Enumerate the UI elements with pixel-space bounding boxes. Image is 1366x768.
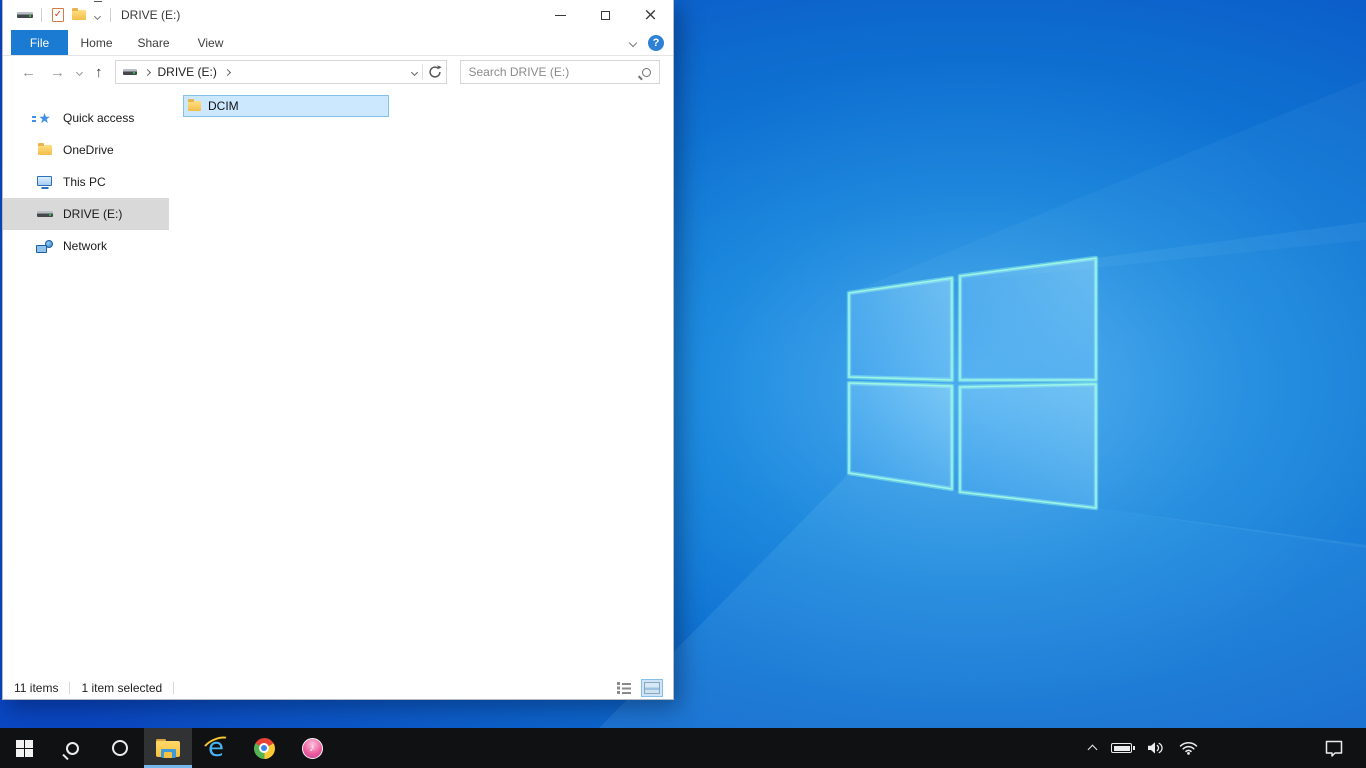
- file-name: DCIM: [208, 99, 239, 113]
- sidebar-item-network[interactable]: Network: [3, 230, 169, 262]
- search-icon[interactable]: [641, 67, 651, 77]
- address-bar[interactable]: DRIVE (E:): [114, 60, 447, 84]
- view-switcher: [614, 679, 663, 697]
- breadcrumb-drive[interactable]: DRIVE (E:): [158, 65, 217, 79]
- search-icon: [65, 741, 79, 755]
- monitor-icon: [36, 175, 53, 189]
- maximize-icon: [601, 10, 610, 20]
- details-view-button[interactable]: [614, 679, 635, 697]
- maximize-button[interactable]: [583, 0, 628, 30]
- taskbar-internet-explorer-button[interactable]: e: [192, 728, 240, 768]
- up-button[interactable]: ↑: [95, 65, 103, 80]
- start-button[interactable]: [0, 728, 48, 768]
- details-view-icon: [617, 682, 632, 694]
- qat-separator: [110, 8, 111, 22]
- selection-count: 1 item selected: [81, 681, 163, 695]
- ribbon-tabs: File Home Share View ?: [3, 30, 673, 56]
- items-count: 11 items: [14, 681, 59, 695]
- sidebar-item-label: This PC: [63, 175, 106, 189]
- sidebar-item-label: Quick access: [63, 111, 135, 125]
- sidebar-item-label: DRIVE (E:): [63, 207, 123, 221]
- navigation-pane: ★ Quick access OneDrive This PC DRIVE (E…: [3, 88, 169, 679]
- title-bar: ✓ DRIVE (E:) ×: [3, 0, 673, 30]
- taskbar-search-button[interactable]: [48, 728, 96, 768]
- breadcrumb-chevron-icon[interactable]: [223, 68, 231, 76]
- qat-properties-button[interactable]: ✓: [52, 8, 64, 22]
- refresh-button[interactable]: [428, 65, 442, 79]
- qat-new-folder-button[interactable]: [72, 7, 86, 20]
- cortana-button[interactable]: [96, 728, 144, 768]
- taskbar-itunes-button[interactable]: ♪: [288, 728, 336, 768]
- navigation-bar: ← → ↑ DRIVE (E:): [3, 56, 673, 88]
- close-button[interactable]: ×: [628, 0, 673, 30]
- tab-file[interactable]: File: [11, 30, 68, 55]
- quick-access-star-icon: ★: [32, 110, 51, 126]
- window-controls: ×: [538, 0, 673, 30]
- taskbar-chrome-button[interactable]: [240, 728, 288, 768]
- main-area: ★ Quick access OneDrive This PC DRIVE (E…: [3, 88, 673, 679]
- sidebar-item-quick-access[interactable]: ★ Quick access: [3, 102, 169, 134]
- search-input[interactable]: [468, 65, 636, 79]
- search-box[interactable]: [459, 60, 660, 84]
- close-icon: ×: [643, 4, 658, 25]
- taskbar-file-explorer-button[interactable]: [144, 728, 192, 768]
- wifi-icon[interactable]: [1179, 741, 1198, 755]
- file-explorer-icon: [156, 738, 180, 758]
- chrome-icon: [253, 737, 275, 759]
- status-separator: [173, 682, 175, 694]
- tab-share[interactable]: Share: [125, 30, 182, 55]
- sidebar-item-onedrive[interactable]: OneDrive: [3, 134, 169, 166]
- file-list[interactable]: DCIM: [169, 88, 673, 679]
- chevron-down-icon: [93, 12, 102, 21]
- sidebar-item-this-pc[interactable]: This PC: [3, 166, 169, 198]
- itunes-icon: ♪: [301, 737, 323, 759]
- system-tray: [1087, 728, 1366, 768]
- thumbnails-view-button[interactable]: [641, 679, 663, 697]
- windows-start-icon: [15, 739, 33, 757]
- internet-explorer-icon: e: [203, 735, 229, 761]
- window-drive-icon: [17, 12, 33, 18]
- recent-locations-button[interactable]: [75, 68, 84, 76]
- forward-button[interactable]: →: [50, 65, 65, 80]
- help-button[interactable]: ?: [648, 34, 664, 51]
- network-icon: [36, 239, 53, 253]
- sidebar-item-drive-e[interactable]: DRIVE (E:): [3, 198, 169, 230]
- status-bar: 11 items 1 item selected: [3, 679, 673, 699]
- battery-icon[interactable]: [1111, 743, 1135, 753]
- drive-icon: [36, 211, 53, 217]
- qat-customize-button[interactable]: [93, 1, 102, 24]
- tab-view[interactable]: View: [182, 30, 239, 55]
- cortana-icon: [112, 740, 128, 756]
- volume-icon[interactable]: [1147, 741, 1164, 755]
- minimize-ribbon-button[interactable]: [628, 38, 638, 47]
- file-item-dcim[interactable]: DCIM: [183, 95, 389, 117]
- sidebar-item-label: Network: [63, 239, 108, 253]
- tab-home[interactable]: Home: [68, 30, 125, 55]
- address-separator: [421, 64, 423, 80]
- minimize-button[interactable]: [538, 0, 583, 30]
- taskbar: e ♪: [0, 728, 1366, 768]
- qat-separator: [41, 8, 42, 22]
- file-explorer-window: ✓ DRIVE (E:) × File Home Share View ? ← …: [2, 0, 674, 700]
- breadcrumb-chevron-icon[interactable]: [143, 68, 151, 76]
- folder-icon: [36, 142, 53, 155]
- window-title: DRIVE (E:): [121, 8, 181, 22]
- ribbon-right-controls: ?: [628, 30, 673, 55]
- address-drive-icon: [122, 69, 137, 75]
- sidebar-item-label: OneDrive: [63, 143, 114, 157]
- minimize-icon: [555, 14, 566, 16]
- previous-locations-button[interactable]: [410, 68, 418, 76]
- action-center-icon[interactable]: [1324, 740, 1344, 757]
- address-bar-controls: [410, 64, 442, 80]
- folder-icon: [188, 98, 201, 111]
- thumbnails-view-icon: [644, 682, 660, 694]
- hidden-icons-chevron[interactable]: [1087, 744, 1098, 755]
- status-separator: [69, 682, 71, 694]
- back-button[interactable]: ←: [21, 65, 36, 80]
